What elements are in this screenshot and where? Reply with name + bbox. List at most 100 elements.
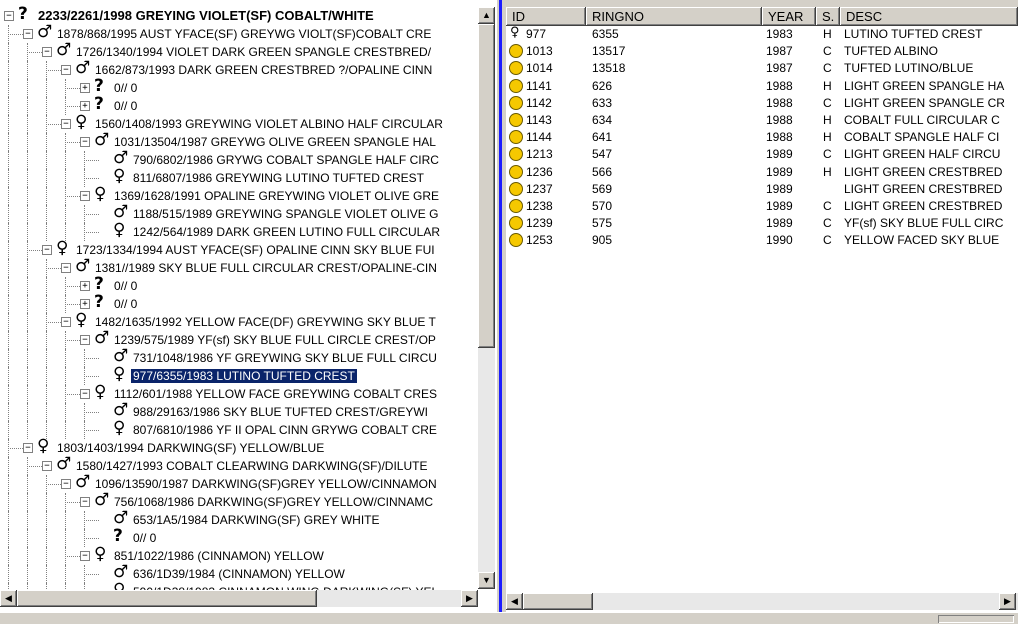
collapse-toggle[interactable]: −: [80, 137, 90, 147]
column-header-ringno[interactable]: RINGNO: [586, 7, 762, 26]
scroll-thumb[interactable]: [523, 593, 593, 610]
grid-row[interactable]: ♀ 977 6355 1983 H LUTINO TUFTED CREST: [506, 25, 1018, 43]
expand-toggle[interactable]: +: [80, 101, 90, 111]
tree-node-label[interactable]: 1188/515/1989 GREYWING SPANGLE VIOLET OL…: [131, 207, 440, 221]
tree-node[interactable]: − ♂ 1031/13504/1987 GREYWG OLIVE GREEN SPA…: [0, 131, 478, 151]
tree-node-label[interactable]: 0// 0: [112, 99, 139, 113]
collapse-toggle[interactable]: −: [61, 119, 71, 129]
pane-splitter[interactable]: [497, 0, 505, 612]
tree-node-label[interactable]: 1239/575/1989 YF(sf) SKY BLUE FULL CIRCL…: [112, 333, 438, 347]
tree-node-label[interactable]: 636/1D39/1984 (CINNAMON) YELLOW: [131, 567, 347, 581]
pedigree-tree[interactable]: −? 2233/2261/1998 GREYING VIOLET(SF) COBA…: [0, 5, 478, 601]
tree-node[interactable]: ♂ 653/1A5/1984 DARKWING(SF) GREY WHITE: [0, 509, 478, 529]
tree-node-label[interactable]: 988/29163/1986 SKY BLUE TUFTED CREST/GRE…: [131, 405, 430, 419]
tree-node[interactable]: − ♂ 1878/868/1995 AUST YFACE(SF) GREYWG VI…: [0, 23, 478, 43]
expand-toggle[interactable]: +: [80, 299, 90, 309]
tree-node[interactable]: −? 2233/2261/1998 GREYING VIOLET(SF) COBA…: [0, 5, 478, 25]
column-header-year[interactable]: YEAR: [762, 7, 816, 26]
tree-node[interactable]: ♀ 811/6807/1986 GREYWING LUTINO TUFTED CR…: [0, 167, 478, 187]
collapse-toggle[interactable]: −: [80, 335, 90, 345]
tree-node-label[interactable]: 0// 0: [112, 81, 139, 95]
grid-row[interactable]: 1144 641 1988 H COBALT SPANGLE HALF CI: [506, 129, 1018, 146]
tree-node[interactable]: ? 0// 0: [0, 527, 478, 547]
collapse-toggle[interactable]: −: [61, 317, 71, 327]
tree-node-label[interactable]: 851/1022/1986 (CINNAMON) YELLOW: [112, 549, 326, 563]
grid-row[interactable]: 1236 566 1989 H LIGHT GREEN CRESTBRED: [506, 164, 1018, 181]
tree-node[interactable]: +? 0// 0: [0, 275, 478, 295]
grid-row[interactable]: 1238 570 1989 C LIGHT GREEN CRESTBRED: [506, 198, 1018, 215]
collapse-toggle[interactable]: −: [23, 29, 33, 39]
collapse-toggle[interactable]: −: [61, 65, 71, 75]
tree-node-label[interactable]: 1878/868/1995 AUST YFACE(SF) GREYWG VIOL…: [55, 27, 433, 41]
scroll-right-button[interactable]: ▶: [999, 593, 1016, 610]
collapse-toggle[interactable]: −: [23, 443, 33, 453]
tree-node[interactable]: − ♀ 1723/1334/1994 AUST YFACE(SF) OPALINE …: [0, 239, 478, 259]
pedigree-tree-pane[interactable]: −? 2233/2261/1998 GREYING VIOLET(SF) COBA…: [0, 0, 498, 612]
tree-node[interactable]: ♂ 731/1048/1986 YF GREYWING SKY BLUE FULL…: [0, 347, 478, 367]
tree-node[interactable]: − ♀ 1482/1635/1992 YELLOW FACE(DF) GREYWIN…: [0, 311, 478, 331]
tree-node[interactable]: ♀ 1242/564/1989 DARK GREEN LUTINO FULL CI…: [0, 221, 478, 241]
collapse-toggle[interactable]: −: [80, 191, 90, 201]
tree-node-label[interactable]: 977/6355/1983 LUTINO TUFTED CREST: [130, 368, 358, 384]
grid-row[interactable]: 1239 575 1989 C YF(sf) SKY BLUE FULL CIRC: [506, 215, 1018, 232]
tree-node-label[interactable]: 1381//1989 SKY BLUE FULL CIRCULAR CREST/…: [93, 261, 439, 275]
tree-node[interactable]: ♂ 636/1D39/1984 (CINNAMON) YELLOW: [0, 563, 478, 583]
tree-node-label[interactable]: 0// 0: [112, 279, 139, 293]
expand-toggle[interactable]: +: [80, 281, 90, 291]
tree-node-label[interactable]: 807/6810/1986 YF II OPAL CINN GRYWG COBA…: [131, 423, 439, 437]
scroll-thumb[interactable]: [478, 24, 495, 348]
tree-node-label[interactable]: 1560/1408/1993 GREYWING VIOLET ALBINO HA…: [93, 117, 445, 131]
grid-horizontal-scrollbar[interactable]: ◀ ▶: [506, 593, 1018, 610]
scroll-left-button[interactable]: ◀: [506, 593, 523, 610]
tree-node-label[interactable]: 1580/1427/1993 COBALT CLEARWING DARKWING…: [74, 459, 429, 473]
grid-row[interactable]: 1142 633 1988 C LIGHT GREEN SPANGLE CR: [506, 95, 1018, 112]
tree-node[interactable]: − ♂ 1239/575/1989 YF(sf) SKY BLUE FULL CIR…: [0, 329, 478, 349]
tree-node[interactable]: − ♀ 1803/1403/1994 DARKWING(SF) YELLOW/BLU…: [0, 437, 478, 457]
tree-node-label[interactable]: 1242/564/1989 DARK GREEN LUTINO FULL CIR…: [131, 225, 442, 239]
tree-node-label[interactable]: 0// 0: [112, 297, 139, 311]
tree-node[interactable]: − ♂ 1096/13590/1987 DARKWING(SF)GREY YELLO…: [0, 473, 478, 493]
tree-node[interactable]: − ♂ 756/1068/1986 DARKWING(SF)GREY YELLOW/…: [0, 491, 478, 511]
tree-node[interactable]: − ♀ 1369/1628/1991 OPALINE GREYWING VIOLET…: [0, 185, 478, 205]
tree-node[interactable]: − ♂ 1726/1340/1994 VIOLET DARK GREEN SPANG…: [0, 41, 478, 61]
collapse-toggle[interactable]: −: [80, 389, 90, 399]
bird-grid-pane[interactable]: ID RINGNO YEAR S. DESC ♀ 977 6355 1983 H LUTINO T…: [506, 7, 1018, 612]
tree-node[interactable]: ♀ 807/6810/1986 YF II OPAL CINN GRYWG COB…: [0, 419, 478, 439]
tree-node-label[interactable]: 731/1048/1986 YF GREYWING SKY BLUE FULL …: [131, 351, 439, 365]
tree-node[interactable]: − ♂ 1662/873/1993 DARK GREEN CRESTBRED ?/O…: [0, 59, 478, 79]
expand-toggle[interactable]: +: [80, 83, 90, 93]
tree-node[interactable]: +? 0// 0: [0, 95, 478, 115]
tree-node[interactable]: − ♀ 1560/1408/1993 GREYWING VIOLET ALBINO …: [0, 113, 478, 133]
tree-node[interactable]: − ♀ 1112/601/1988 YELLOW FACE GREYWING COB…: [0, 383, 478, 403]
tree-node-label[interactable]: 1112/601/1988 YELLOW FACE GREYWING COBAL…: [112, 387, 439, 401]
tree-node[interactable]: ♂ 988/29163/1986 SKY BLUE TUFTED CREST/GR…: [0, 401, 478, 421]
tree-node[interactable]: − ♂ 1580/1427/1993 COBALT CLEARWING DARKWI…: [0, 455, 478, 475]
collapse-toggle[interactable]: −: [61, 263, 71, 273]
grid-row[interactable]: 1143 634 1988 H COBALT FULL CIRCULAR C: [506, 112, 1018, 129]
collapse-toggle[interactable]: −: [61, 479, 71, 489]
tree-node-label[interactable]: 2233/2261/1998 GREYING VIOLET(SF) COBALT…: [36, 9, 376, 23]
grid-row[interactable]: 1013 13517 1987 C TUFTED ALBINO: [506, 43, 1018, 60]
grid-row[interactable]: 1014 13518 1987 C TUFTED LUTINO/BLUE: [506, 60, 1018, 77]
tree-node[interactable]: − ♂ 1381//1989 SKY BLUE FULL CIRCULAR CRES…: [0, 257, 478, 277]
scroll-up-button[interactable]: ▲: [478, 7, 495, 24]
tree-node-label[interactable]: 1726/1340/1994 VIOLET DARK GREEN SPANGLE…: [74, 45, 433, 59]
scroll-thumb[interactable]: [17, 590, 317, 607]
tree-node-label[interactable]: 790/6802/1986 GRYWG COBALT SPANGLE HALF …: [131, 153, 441, 167]
tree-node[interactable]: +? 0// 0: [0, 77, 478, 97]
tree-node-label[interactable]: 1369/1628/1991 OPALINE GREYWING VIOLET O…: [112, 189, 441, 203]
tree-vertical-scrollbar[interactable]: ▲ ▼: [478, 7, 495, 589]
tree-node-label[interactable]: 1031/13504/1987 GREYWG OLIVE GREEN SPANG…: [112, 135, 438, 149]
grid-row[interactable]: 1141 626 1988 H LIGHT GREEN SPANGLE HA: [506, 78, 1018, 95]
scroll-down-button[interactable]: ▼: [478, 572, 495, 589]
tree-node-label[interactable]: 1096/13590/1987 DARKWING(SF)GREY YELLOW/…: [93, 477, 439, 491]
tree-node[interactable]: ♂ 1188/515/1989 GREYWING SPANGLE VIOLET O…: [0, 203, 478, 223]
grid-row[interactable]: 1213 547 1989 C LIGHT GREEN HALF CIRCU: [506, 146, 1018, 163]
column-header-desc[interactable]: DESC: [840, 7, 1018, 26]
scroll-right-button[interactable]: ▶: [461, 590, 478, 607]
tree-node-label[interactable]: 756/1068/1986 DARKWING(SF)GREY YELLOW/CI…: [112, 495, 435, 509]
scroll-left-button[interactable]: ◀: [0, 590, 17, 607]
tree-node-label[interactable]: 653/1A5/1984 DARKWING(SF) GREY WHITE: [131, 513, 382, 527]
column-header-s[interactable]: S.: [816, 7, 840, 26]
grid-row[interactable]: 1237 569 1989 LIGHT GREEN CRESTBRED: [506, 181, 1018, 198]
